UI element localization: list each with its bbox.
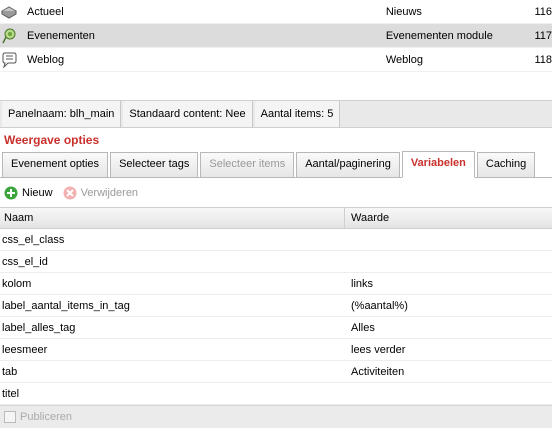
variable-name: leesmeer: [2, 343, 48, 356]
tab-bar: Evenement opties Selecteer tags Selectee…: [0, 151, 552, 178]
table-row[interactable]: css_el_id: [0, 251, 552, 273]
list-row-count: 116: [534, 5, 552, 18]
table-row[interactable]: label_aantal_items_in_tag (%aantal%): [0, 295, 552, 317]
variable-name: css_el_class: [2, 233, 65, 246]
table-row[interactable]: kolom links: [0, 273, 552, 295]
variable-value: Alles: [351, 321, 375, 334]
panel-info-bar: Panelnaam: blh_main Standaard content: N…: [0, 100, 552, 128]
list-row-actueel[interactable]: Actueel Nieuws 116: [0, 0, 552, 24]
column-header-value[interactable]: Waarde: [345, 208, 389, 228]
variable-value: links: [351, 277, 374, 290]
variable-value: (%aantal%): [351, 299, 408, 312]
variable-name: label_aantal_items_in_tag: [2, 299, 130, 312]
variable-value: Activiteiten: [351, 365, 405, 378]
item-list: Actueel Nieuws 116 Evenementen Evenement…: [0, 0, 552, 72]
list-row-name: Actueel: [27, 5, 64, 18]
delete-icon: [63, 186, 77, 200]
publish-label: Publiceren: [20, 411, 72, 423]
variables-grid: css_el_class css_el_id kolom links label…: [0, 229, 552, 405]
variable-name: kolom: [2, 277, 32, 290]
table-row[interactable]: leesmeer lees verder: [0, 339, 552, 361]
grid-header: Naam Waarde: [0, 207, 552, 229]
variable-name: tab: [2, 365, 18, 378]
panel-name: Panelnaam: blh_main: [2, 101, 122, 127]
list-row-type: Nieuws: [385, 5, 422, 18]
add-icon: [4, 186, 18, 200]
variable-name: label_alles_tag: [2, 321, 76, 334]
new-button[interactable]: Nieuw: [4, 186, 53, 200]
list-row-evenementen[interactable]: Evenementen Evenementen module 117: [0, 24, 552, 48]
list-row-name: Evenementen: [27, 29, 95, 42]
tab-variabelen[interactable]: Variabelen: [401, 151, 475, 178]
table-row[interactable]: tab Activiteiten: [0, 361, 552, 383]
tab-selecteer-items: Selecteer items: [200, 152, 295, 177]
news-icon: [1, 4, 17, 20]
tab-selecteer-tags[interactable]: Selecteer tags: [110, 152, 199, 177]
variable-value: lees verder: [351, 343, 406, 356]
list-row-type: Evenementen module: [385, 29, 493, 42]
weblog-icon: [1, 52, 17, 68]
tab-caching[interactable]: Caching: [476, 152, 536, 177]
list-row-type: Weblog: [385, 53, 423, 66]
column-header-name[interactable]: Naam: [0, 208, 345, 228]
table-row[interactable]: css_el_class: [0, 229, 552, 251]
new-button-label: Nieuw: [22, 187, 53, 199]
footer-bar: Publiceren: [0, 405, 552, 428]
variable-name: css_el_id: [2, 255, 48, 268]
tab-evenement-opties[interactable]: Evenement opties: [2, 152, 109, 177]
delete-button-label: Verwijderen: [80, 187, 139, 199]
section-title: Weergave opties: [4, 133, 100, 147]
list-spacer: [0, 72, 552, 100]
tab-aantal-paginering[interactable]: Aantal/paginering: [296, 152, 400, 177]
delete-button: Verwijderen: [63, 186, 138, 200]
list-row-name: Weblog: [27, 53, 65, 66]
list-row-count: 118: [534, 53, 552, 66]
events-icon: [1, 28, 17, 44]
table-row[interactable]: titel: [0, 383, 552, 405]
grid-toolbar: Nieuw Verwijderen: [0, 182, 552, 204]
table-row[interactable]: label_alles_tag Alles: [0, 317, 552, 339]
variable-name: titel: [2, 387, 20, 400]
list-row-weblog[interactable]: Weblog Weblog 118: [0, 48, 552, 72]
panel-item-count: Aantal items: 5: [254, 101, 341, 127]
publish-checkbox[interactable]: [4, 411, 16, 423]
panel-default-content: Standaard content: Nee: [123, 101, 253, 127]
list-row-count: 117: [534, 29, 552, 42]
